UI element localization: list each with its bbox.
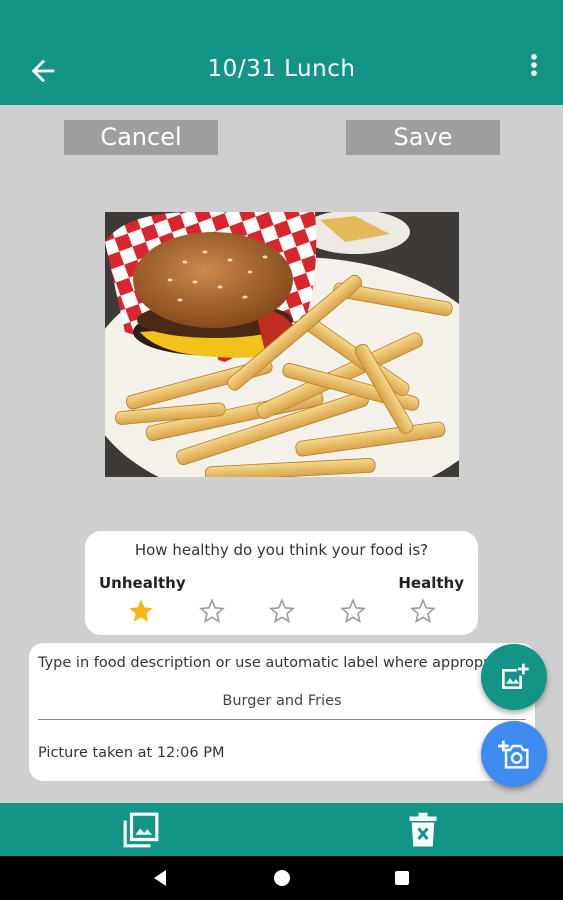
photo-library-icon[interactable] <box>122 811 160 849</box>
nav-recents-icon[interactable] <box>395 871 409 885</box>
star-icon-4[interactable] <box>339 597 367 625</box>
picture-timestamp: Picture taken at 12:06 PM <box>38 745 225 761</box>
health-rating-card: How healthy do you think your food is? U… <box>85 531 478 635</box>
description-prompt: Type in food description or use automati… <box>38 655 508 671</box>
add-camera-icon <box>498 740 529 769</box>
delete-icon[interactable] <box>408 812 438 848</box>
star-icon-5[interactable] <box>409 597 437 625</box>
add-camera-photo-button[interactable] <box>481 721 547 787</box>
nav-back-icon[interactable] <box>152 869 168 887</box>
cancel-button[interactable]: Cancel <box>64 120 218 155</box>
food-photo <box>105 212 459 477</box>
food-description-input[interactable] <box>38 683 526 720</box>
rating-question: How healthy do you think your food is? <box>134 541 429 559</box>
page-title: 10/31 Lunch <box>207 56 356 82</box>
burger-and-fries-image <box>105 212 459 477</box>
star-rating[interactable] <box>85 597 478 627</box>
star-icon-3[interactable] <box>268 597 296 625</box>
rating-low-label: Unhealthy <box>99 574 186 592</box>
rating-high-label: Healthy <box>398 574 464 592</box>
app-bar: 10/31 Lunch <box>0 0 563 105</box>
system-nav-bar <box>0 856 563 900</box>
add-photo-icon <box>502 663 529 689</box>
add-photo-button[interactable] <box>481 644 547 710</box>
star-icon-1[interactable] <box>127 597 155 625</box>
description-card: Type in food description or use automati… <box>29 643 535 781</box>
bottom-bar <box>0 803 563 856</box>
nav-home-icon[interactable] <box>274 870 290 886</box>
star-icon-2[interactable] <box>198 597 226 625</box>
more-vertical-icon[interactable] <box>520 48 548 82</box>
save-button[interactable]: Save <box>346 120 500 155</box>
